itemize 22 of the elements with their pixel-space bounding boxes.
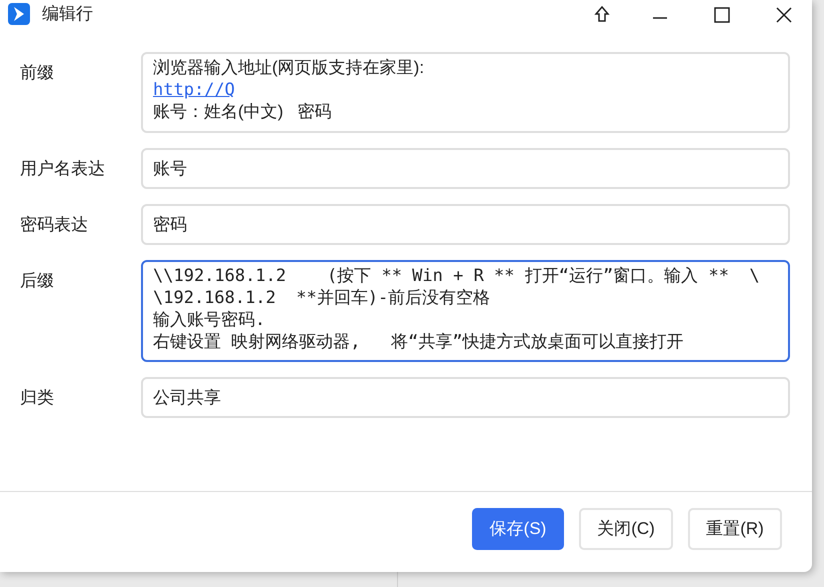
window-title: 编辑行 <box>42 3 93 26</box>
text-line: 右键设置 映射网络驱动器, 将“共享”快捷方式放桌面可以直接打开 <box>153 332 684 352</box>
field-label: 用户名表达 <box>19 158 106 180</box>
text-area[interactable]: \\192.168.1.2 (按下 ** Win + R ** 打开“运行”窗口。输入 ** \ \192.168.1.2 **并回车)-前后没有空格 输入账号密码. 右键设置 映射网络驱动器, 将“共享”快捷方式放桌面可以直接打开 <box>141 260 790 362</box>
dialog-button[interactable]: 关闭(C) <box>579 508 673 550</box>
text-area[interactable]: 浏览器输入地址(网页版支持在家里): http://Q 账号：姓名(中文) 密码 <box>141 52 790 133</box>
field-label: 前缀 <box>19 62 55 84</box>
field-label: 密码表达 <box>19 214 89 236</box>
text-line: 浏览器输入地址(网页版支持在家里): <box>153 58 424 77</box>
input-field[interactable]: 公司共享 <box>141 377 790 418</box>
input-field[interactable]: 密码 <box>141 204 790 245</box>
link[interactable]: http://Q <box>153 80 235 100</box>
app-logo-icon <box>8 3 30 25</box>
input-field[interactable]: 账号 <box>141 148 790 189</box>
text-line: 输入账号密码. <box>153 310 266 330</box>
save-button[interactable]: 保存(S) <box>472 508 564 550</box>
text-line: \\192.168.1.2 (按下 ** Win + R ** 打开“运行”窗口。输入 ** \ <box>153 266 760 286</box>
field-label: 后缀 <box>19 270 55 292</box>
dialog-button[interactable]: 重置(R) <box>688 508 782 550</box>
text-line: 账号：姓名(中文) 密码 <box>153 102 332 121</box>
text-line: \192.168.1.2 **并回车)-前后没有空格 <box>153 288 490 308</box>
field-label: 归类 <box>19 387 55 409</box>
